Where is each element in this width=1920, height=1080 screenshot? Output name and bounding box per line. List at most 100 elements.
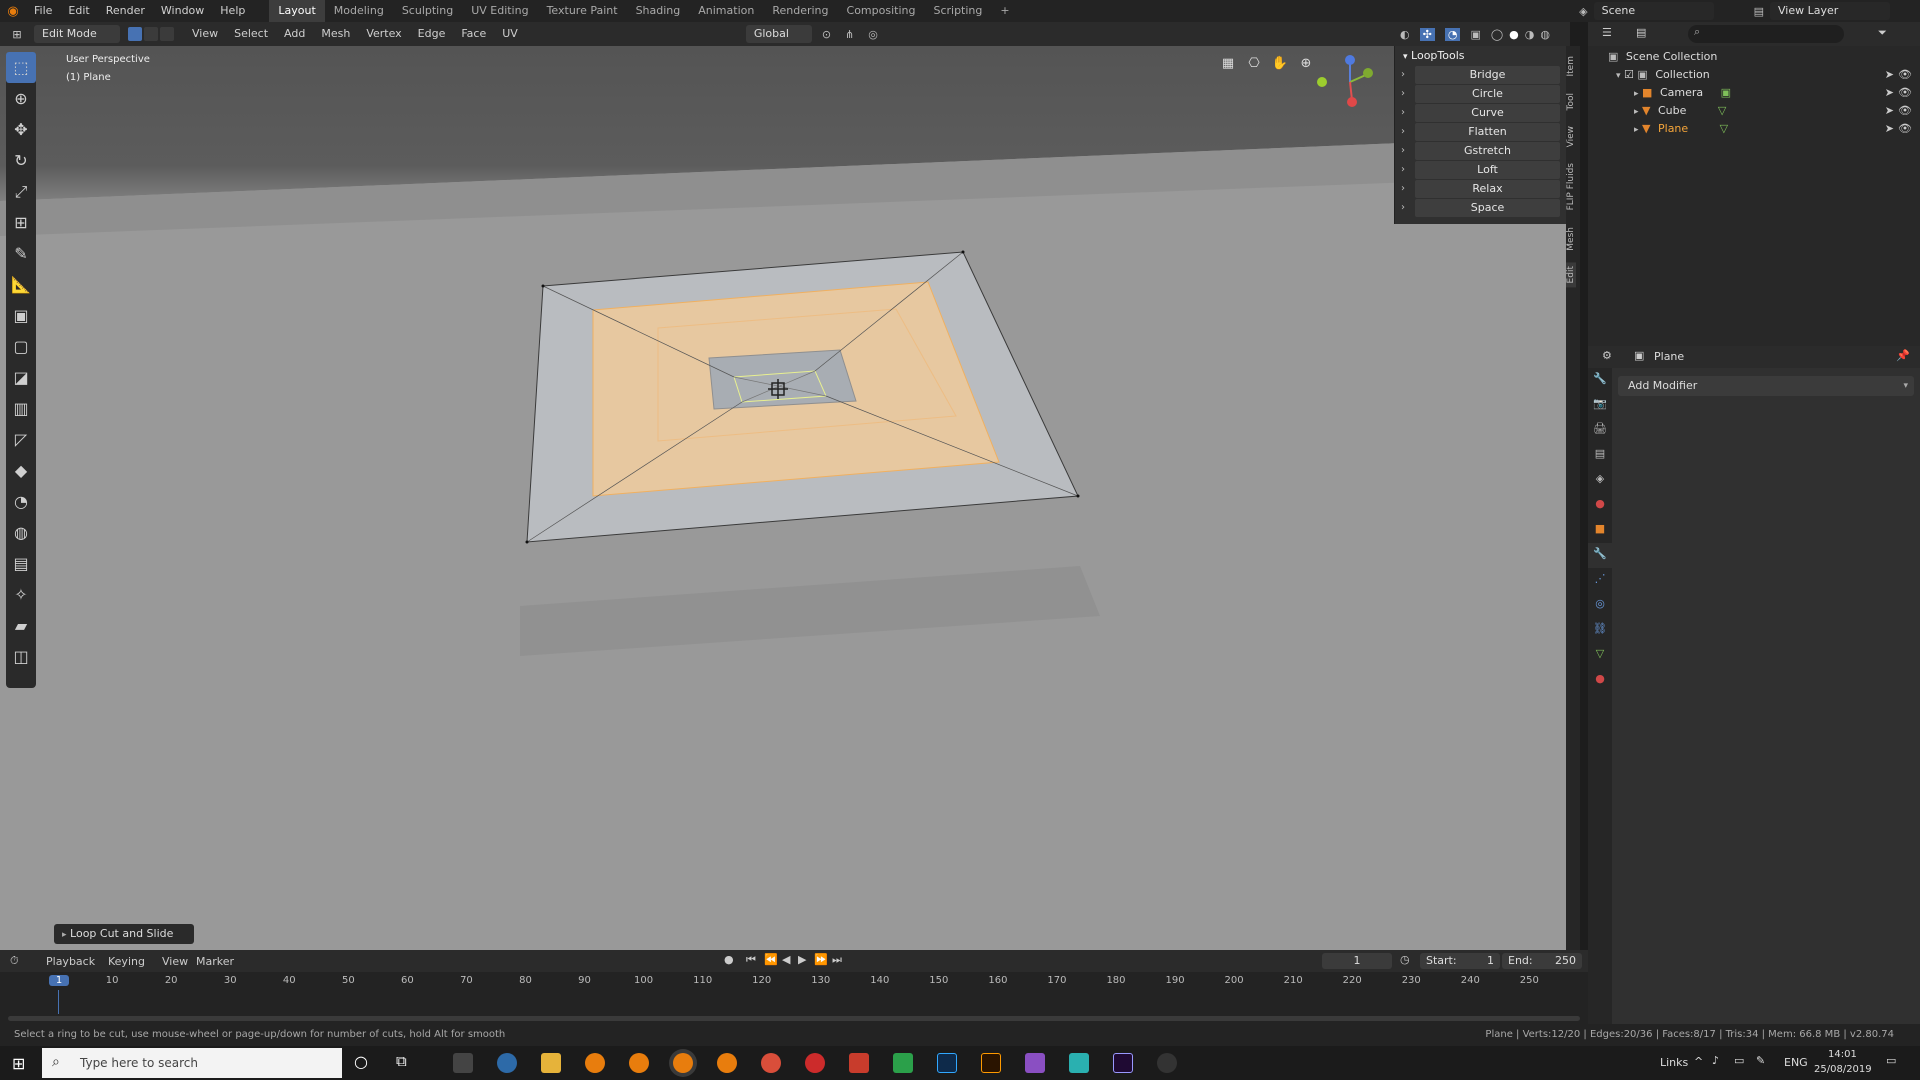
menu-add[interactable]: Add [276, 25, 313, 43]
tab-tool[interactable]: Tool [1566, 89, 1576, 114]
clock-date[interactable]: 25/08/2019 [1814, 1064, 1872, 1075]
measure-tool-icon[interactable]: 📐 [6, 269, 36, 300]
menu-help[interactable]: Help [212, 0, 253, 22]
edge-slide-tool-icon[interactable]: ▤ [6, 548, 36, 579]
menu-file[interactable]: File [26, 0, 60, 22]
unity-icon[interactable] [1157, 1053, 1177, 1073]
rip-tool-icon[interactable]: ◫ [6, 641, 36, 672]
extrude-tool-icon[interactable]: ▣ [6, 300, 36, 331]
menu-view[interactable]: View [184, 25, 226, 43]
menu-vertex[interactable]: Vertex [358, 25, 409, 43]
pen-icon[interactable]: ✎ [1756, 1054, 1765, 1067]
tab-view[interactable]: View [1566, 122, 1576, 151]
select-mode-face-icon[interactable] [160, 27, 174, 41]
shear-tool-icon[interactable]: ▰ [6, 610, 36, 641]
select-mode-vertex-icon[interactable] [128, 27, 142, 41]
blender-logo-icon[interactable]: ◉ [0, 4, 26, 19]
looptools-bridge[interactable]: › Bridge [1401, 66, 1560, 84]
display-mode-icon[interactable]: ▤ [1636, 26, 1646, 39]
add-workspace-button[interactable]: + [991, 0, 1018, 22]
shrink-fatten-tool-icon[interactable]: ✧ [6, 579, 36, 610]
transform-tool-icon[interactable]: ⊞ [6, 207, 36, 238]
tool-props-icon[interactable]: 🔧 [1588, 368, 1612, 393]
render-props-icon[interactable]: 📷 [1588, 393, 1612, 418]
taskbar-search-input[interactable]: ⌕ Type here to search [42, 1048, 342, 1078]
select-arrow-icon[interactable]: ➤ [1885, 102, 1894, 120]
jump-end-icon[interactable]: ⏭ [832, 953, 842, 967]
orientation-dropdown[interactable]: Global [745, 25, 812, 43]
tab-item[interactable]: Item [1566, 52, 1576, 81]
outliner-item-camera[interactable]: ▸ ■ Camera ▣ ➤ 👁 [1588, 84, 1920, 102]
inset-tool-icon[interactable]: ▢ [6, 331, 36, 362]
shading-solid-icon[interactable]: ● [1509, 28, 1519, 41]
tab-scripting[interactable]: Scripting [924, 0, 991, 22]
pan-hand-icon[interactable]: ✋ [1270, 56, 1290, 76]
volume-icon[interactable]: ♪ [1712, 1054, 1719, 1067]
tab-compositing[interactable]: Compositing [838, 0, 925, 22]
knife-tool-icon[interactable]: ◸ [6, 424, 36, 455]
modifier-props-icon[interactable]: 🔧 [1588, 543, 1612, 568]
outliner-item-cube[interactable]: ▸ ▼ Cube ▽ ➤ 👁 [1588, 102, 1920, 120]
scrollbar[interactable] [8, 1016, 1580, 1021]
outliner-search-input[interactable]: ⌕ [1688, 25, 1844, 43]
color-app-icon[interactable] [1025, 1053, 1045, 1073]
tab-layout[interactable]: Layout [269, 0, 325, 22]
menu-render[interactable]: Render [98, 0, 153, 22]
tab-texture-paint[interactable]: Texture Paint [538, 0, 627, 22]
menu-face[interactable]: Face [453, 25, 494, 43]
looptools-flatten[interactable]: › Flatten [1401, 123, 1560, 141]
notification-icon[interactable]: ▭ [1886, 1054, 1896, 1067]
move-tool-icon[interactable]: ✥ [6, 114, 36, 145]
shading-wireframe-icon[interactable]: ◯ [1491, 28, 1503, 41]
playback-menu[interactable]: Playback [46, 955, 95, 968]
timeline-ruler[interactable]: 1 10 20 30 40 50 60 70 80 90 100 110 120 130 140 150 160… [0, 972, 1588, 1024]
premiere-icon[interactable] [1113, 1053, 1133, 1073]
app-3-icon[interactable] [1069, 1053, 1089, 1073]
menu-uv[interactable]: UV [494, 25, 526, 43]
tab-rendering[interactable]: Rendering [763, 0, 837, 22]
cursor-tool-icon[interactable]: ⊕ [6, 83, 36, 114]
illustrator-icon[interactable] [981, 1053, 1001, 1073]
scene-props-icon[interactable]: ◈ [1588, 468, 1612, 493]
outliner-editor-icon[interactable]: ☰ [1602, 26, 1612, 39]
blender-app-icon-3[interactable] [673, 1053, 693, 1073]
select-arrow-icon[interactable]: ➤ [1885, 84, 1894, 102]
language-indicator[interactable]: ENG [1784, 1056, 1808, 1069]
object-props-icon[interactable]: ■ [1588, 518, 1612, 543]
play-icon[interactable]: ▶ [798, 953, 806, 966]
material-props-icon[interactable]: ● [1588, 668, 1612, 693]
globe-icon[interactable] [497, 1053, 517, 1073]
navigation-gizmo[interactable] [1308, 52, 1378, 112]
play-reverse-icon[interactable]: ◀ [782, 953, 790, 966]
marker-menu[interactable]: Marker [196, 955, 234, 968]
menu-mesh[interactable]: Mesh [313, 25, 358, 43]
select-arrow-icon[interactable]: ➤ [1885, 66, 1894, 84]
view-layer-props-icon[interactable]: ▤ [1588, 443, 1612, 468]
gizmo-toggle-icon[interactable]: ✣ [1419, 27, 1435, 41]
blender-app-icon-1[interactable] [585, 1053, 605, 1073]
shading-rendered-icon[interactable]: ◍ [1540, 28, 1550, 41]
pin-icon[interactable]: 📌 [1896, 349, 1910, 362]
keying-menu[interactable]: Keying [108, 955, 145, 968]
scene-collection-row[interactable]: ▣ Scene Collection [1588, 48, 1920, 66]
collection-row[interactable]: ▾ ☑ ▣ Collection ➤ 👁 [1588, 66, 1920, 84]
menu-edge[interactable]: Edge [410, 25, 454, 43]
xray-toggle-icon[interactable]: ▣ [1470, 28, 1480, 41]
tray-chevron-icon[interactable]: ^ [1694, 1055, 1703, 1068]
current-frame-marker[interactable]: 1 [49, 975, 69, 986]
task-view-icon[interactable]: ⧉ [396, 1052, 407, 1070]
scene-selector[interactable]: Scene [1593, 2, 1714, 20]
output-props-icon[interactable]: 🖨 [1588, 418, 1612, 443]
looptools-header[interactable]: ▾ LoopTools [1395, 46, 1566, 66]
calculator-icon[interactable] [453, 1053, 473, 1073]
select-mode-edge-icon[interactable] [144, 27, 158, 41]
3d-viewport[interactable]: User Perspective (1) Plane ▦ ⎔ ✋ ⊕ ▸ Loo… [0, 46, 1570, 950]
annotate-tool-icon[interactable]: ✎ [6, 238, 36, 269]
view-layer-selector[interactable]: View Layer [1770, 2, 1890, 20]
proportional-edit-icon[interactable]: ◎ [868, 28, 878, 41]
last-operator-panel[interactable]: ▸ Loop Cut and Slide [54, 924, 194, 944]
tab-mesh[interactable]: Mesh [1566, 223, 1576, 255]
tab-modeling[interactable]: Modeling [325, 0, 393, 22]
smooth-tool-icon[interactable]: ◍ [6, 517, 36, 548]
windows-start-icon[interactable]: ⊞ [12, 1054, 25, 1073]
